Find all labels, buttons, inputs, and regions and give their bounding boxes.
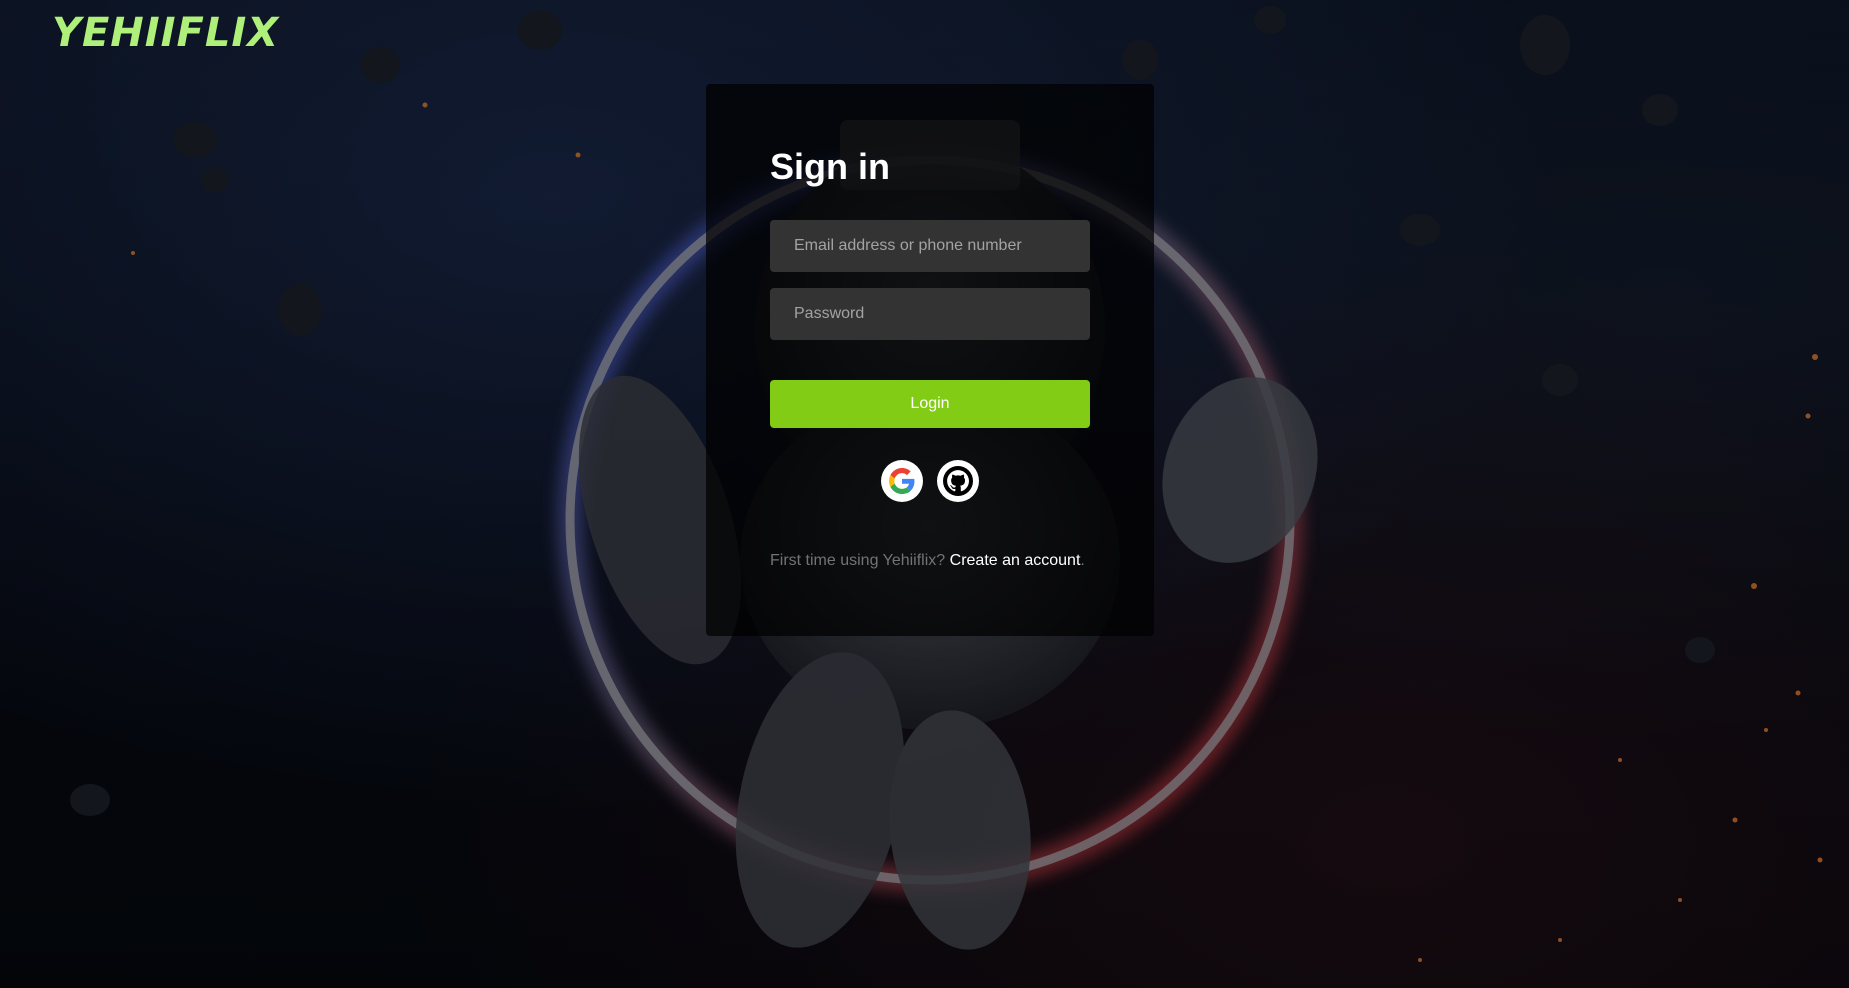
github-login-button[interactable] (937, 460, 979, 502)
google-login-button[interactable] (881, 460, 923, 502)
password-field[interactable] (770, 288, 1090, 340)
social-login-group (770, 460, 1090, 502)
login-page: YEHIIFLIX Sign in Login (0, 0, 1849, 988)
login-button[interactable]: Login (770, 380, 1090, 428)
signup-prompt-period: . (1080, 552, 1085, 569)
signin-title: Sign in (770, 146, 890, 187)
email-field[interactable] (770, 220, 1090, 272)
github-icon (943, 466, 973, 496)
signin-card: Sign in Login (706, 84, 1154, 636)
brand-logo[interactable]: YEHIIFLIX (52, 10, 279, 56)
google-icon (889, 468, 915, 494)
signup-prompt-text: First time using Yehiiflix? (770, 552, 946, 569)
signup-prompt: First time using Yehiiflix? Create an ac… (770, 552, 1130, 570)
create-account-link[interactable]: Create an account (950, 552, 1081, 569)
